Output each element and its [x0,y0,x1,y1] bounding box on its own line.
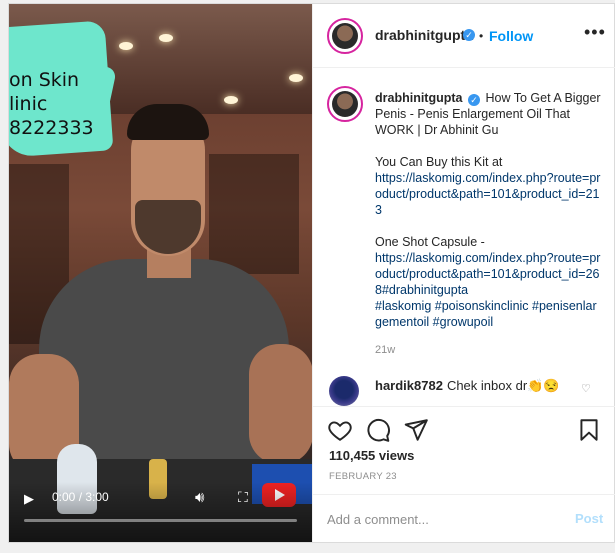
caption-kit-link[interactable]: https://laskomig.com/index.php?route=pro… [375,170,601,218]
video-progress-bar[interactable] [24,519,297,522]
ceiling-light [119,42,133,50]
man-right-arm [249,344,312,464]
comment-bubble-icon[interactable] [365,417,391,443]
caption-capsule-link[interactable]: https://laskomig.com/index.php?route=pro… [375,250,601,298]
follow-button[interactable]: Follow [489,28,533,44]
overlay-line: linic [9,93,48,115]
add-comment-bar: Post [313,494,615,542]
views-count[interactable]: 110,455 views [329,448,414,463]
caption-age: 21w [375,344,396,356]
background-cabinet [209,154,299,274]
ceiling-light [159,34,173,42]
fullscreen-icon[interactable]: ⛶ [238,489,248,506]
overlay-line: on Skin [9,69,80,91]
ceiling-light [289,74,303,82]
post-date: FEBRUARY 23 [329,471,397,482]
caption-hashtags[interactable]: #laskomig #poisonskinclinic #penisenlarg… [375,298,601,330]
post-comment-button[interactable]: Post [575,511,603,526]
ceiling-light [224,96,238,104]
clinic-overlay-text: on Skin linic 8222333 [9,68,119,140]
video-player[interactable]: on Skin linic 8222333 ▶ 0:00 / 3:00 🔊︎ ⛶ [9,4,312,542]
comment-like-icon[interactable]: ♡ [581,382,591,395]
more-options-icon[interactable]: ••• [584,22,606,43]
like-heart-icon[interactable] [327,417,353,443]
share-paper-plane-icon[interactable] [403,417,429,443]
caption-kit-text: You Can Buy this Kit at [375,155,503,169]
post-caption: drabhinitgupta ✓ How To Get A Bigger Pen… [375,90,601,330]
caption-avatar[interactable] [327,86,363,122]
verified-badge-icon: ✓ [463,29,475,41]
man-hair [127,104,209,140]
video-time: 0:00 / 3:00 [52,490,109,504]
comment-username[interactable]: hardik8782 [375,378,443,393]
avatar[interactable] [327,18,363,54]
separator-dot: • [479,29,484,43]
caption-username[interactable]: drabhinitgupta [375,91,463,105]
overlay-line: 8222333 [9,117,94,139]
comment-text: Chek inbox dr👏😒 [446,378,560,393]
post-actions [313,406,615,454]
header-username[interactable]: drabhinitgupta [375,27,473,43]
caption-capsule-text: One Shot Capsule - [375,235,485,249]
comment: hardik8782 Chek inbox dr👏😒 [375,378,560,394]
volume-icon[interactable]: 🔊︎ [195,489,204,506]
save-bookmark-icon[interactable] [576,417,602,443]
instagram-post: on Skin linic 8222333 ▶ 0:00 / 3:00 🔊︎ ⛶… [8,3,615,543]
play-icon[interactable]: ▶ [24,491,38,507]
post-side-panel: drabhinitgupta ✓ • Follow ••• drabhinitg… [312,4,615,542]
verified-badge-icon: ✓ [467,94,480,106]
comment-input[interactable] [327,507,557,531]
post-header: drabhinitgupta ✓ • Follow ••• [313,4,615,68]
commenter-avatar[interactable] [329,376,359,406]
